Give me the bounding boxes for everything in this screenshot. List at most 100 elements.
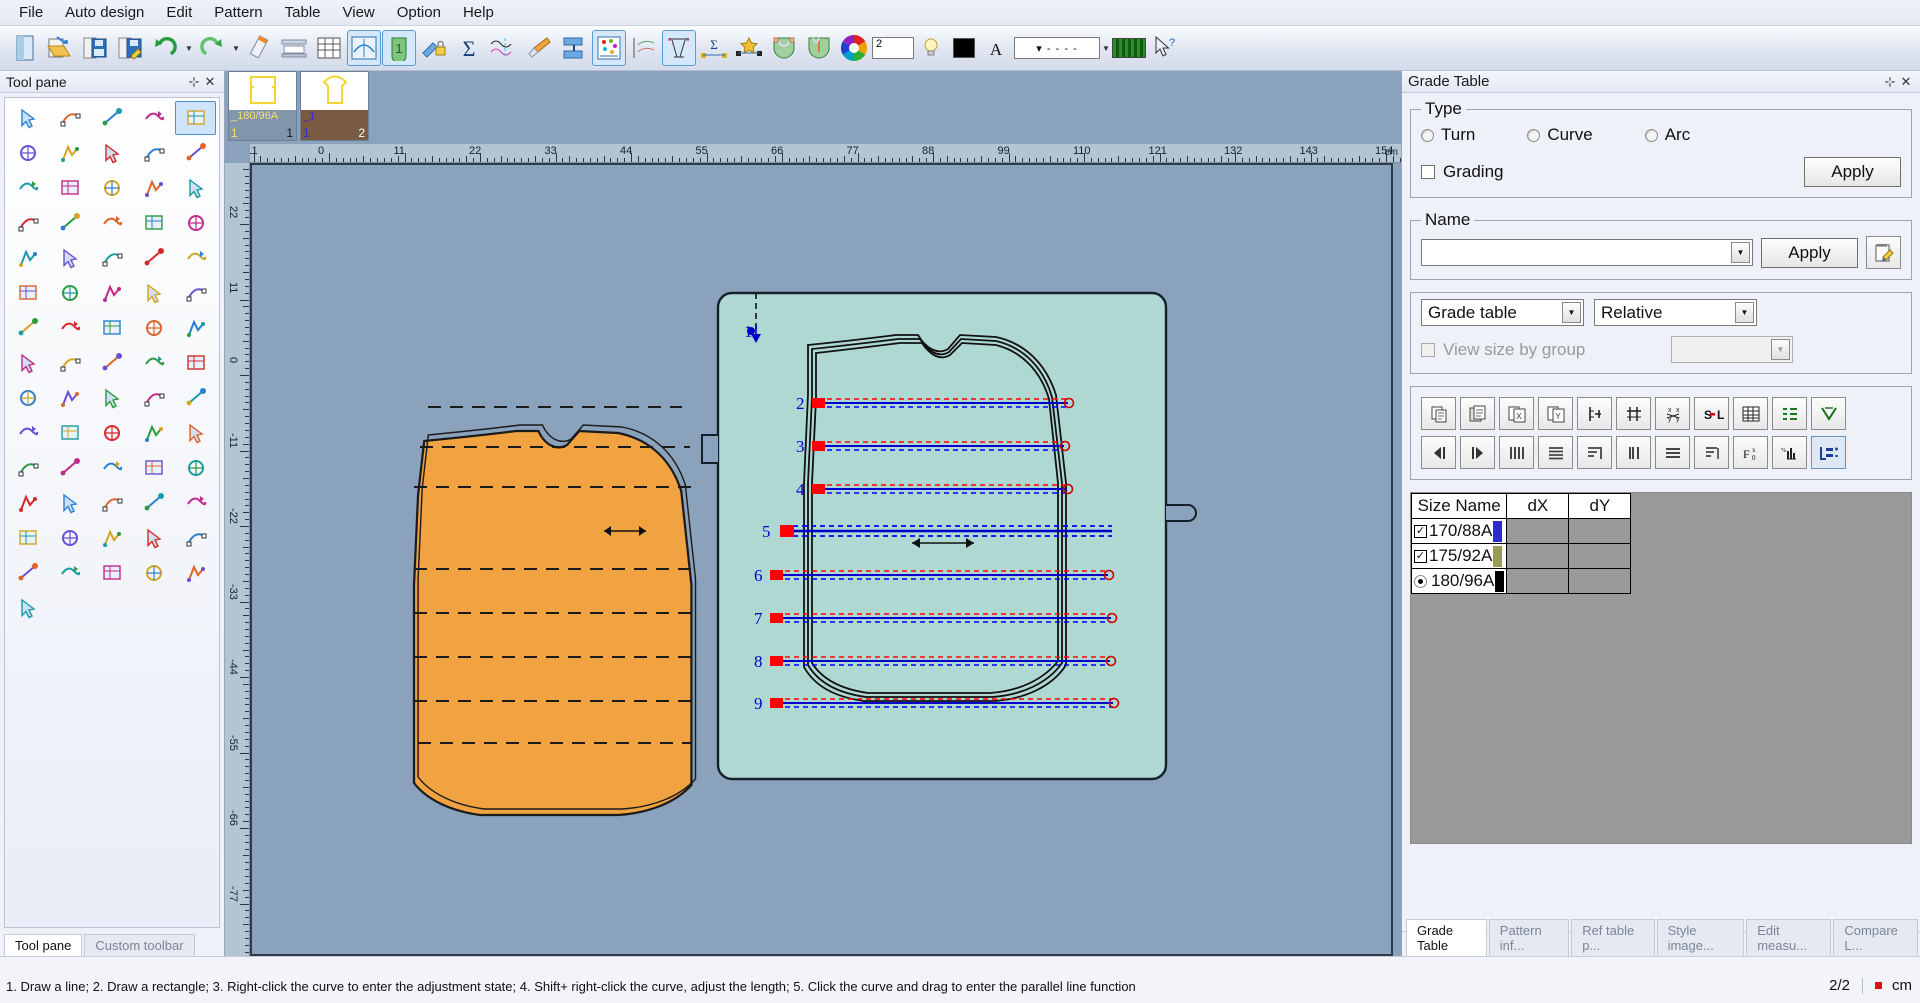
cut-apart-tool[interactable] [50, 206, 91, 240]
shade-tool[interactable] [92, 381, 133, 415]
radio-curve[interactable]: Curve [1527, 125, 1593, 145]
menu-item-file[interactable]: File [8, 1, 54, 25]
grade-apply-icon[interactable] [1811, 436, 1846, 469]
menu-item-help[interactable]: Help [452, 1, 505, 25]
seam-split-icon[interactable] [802, 30, 836, 66]
size-row-1-dy[interactable] [1568, 518, 1632, 544]
edit-note-icon[interactable] [1866, 236, 1901, 269]
size-row-3-dx[interactable] [1506, 568, 1570, 594]
tab-tool-pane[interactable]: Tool pane [4, 934, 83, 956]
tab-compare-l[interactable]: Compare L... [1833, 919, 1919, 956]
grading-checkbox[interactable]: Grading [1421, 162, 1804, 182]
fold-tool[interactable] [175, 241, 216, 275]
grid-square-tool[interactable] [8, 241, 49, 275]
zigzag-tool[interactable] [8, 591, 49, 625]
vector-arrow-tool[interactable] [175, 136, 216, 170]
line-width-input[interactable]: 2 [872, 37, 914, 59]
undo-icon[interactable] [148, 30, 182, 66]
window-tool[interactable] [133, 451, 174, 485]
radio-turn[interactable]: Turn [1421, 125, 1475, 145]
mirror-tool[interactable] [92, 241, 133, 275]
ruler-frame-tool[interactable] [92, 521, 133, 555]
curve-compare-icon[interactable] [487, 30, 521, 66]
notch-star-icon[interactable] [732, 30, 766, 66]
chevron-down-icon[interactable]: ▼ [1771, 339, 1790, 360]
table-row[interactable]: 180/96A [1410, 568, 1632, 594]
pin-icon[interactable]: ⊹ [186, 74, 202, 90]
bow-tie-tool[interactable] [133, 136, 174, 170]
list-align-icon[interactable] [1772, 397, 1807, 430]
rect-tool[interactable] [175, 521, 216, 555]
name-apply-button[interactable]: Apply [1761, 237, 1858, 268]
menu-item-pattern[interactable]: Pattern [203, 1, 273, 25]
pattern-swap-tool[interactable] [50, 381, 91, 415]
arc-tool[interactable] [50, 171, 91, 205]
radio-arc[interactable]: Arc [1644, 125, 1690, 145]
save-icon[interactable] [78, 30, 112, 66]
merge-piece-tool[interactable] [8, 521, 49, 555]
fan-pleat-tool[interactable] [133, 241, 174, 275]
size-row-3-dy[interactable] [1568, 568, 1632, 594]
columns-icon[interactable] [1499, 436, 1534, 469]
double-arc-tool[interactable] [8, 206, 49, 240]
sleeve-tool[interactable] [92, 451, 133, 485]
rotate-piece-tool[interactable] [50, 416, 91, 450]
vertex-tool[interactable] [133, 556, 174, 590]
pleat-fan-tool[interactable] [133, 416, 174, 450]
pointer-help-icon[interactable]: ? [1146, 30, 1180, 66]
grade-rule-icon[interactable] [662, 30, 696, 66]
menu-item-table[interactable]: Table [274, 1, 332, 25]
size-row-1-checkbox[interactable]: ✓ [1414, 524, 1427, 538]
formula-x0-icon[interactable]: Fx0 [1733, 436, 1768, 469]
check-v-icon[interactable] [1811, 397, 1846, 430]
garment-piece-icon[interactable]: 1 [382, 30, 416, 66]
size-row-2-dx[interactable] [1506, 543, 1570, 569]
eraser-tool[interactable] [8, 136, 49, 170]
scissors-cut-tool[interactable] [133, 171, 174, 205]
select-arrow-tool[interactable] [8, 101, 49, 135]
dot-line-tool[interactable] [50, 556, 91, 590]
angle-tool[interactable] [92, 556, 133, 590]
align-right-icon[interactable] [1577, 436, 1612, 469]
redo-dropdown-caret[interactable]: ▼ [230, 30, 242, 66]
arc-group-tool[interactable] [133, 521, 174, 555]
wave-tool[interactable] [175, 416, 216, 450]
copy-rule-icon[interactable]: X [1499, 397, 1534, 430]
piece-thumb-2[interactable]: _1 1 2 [300, 71, 369, 141]
close-icon[interactable]: ✕ [202, 74, 218, 90]
tab-edit-measure[interactable]: Edit measu... [1746, 919, 1832, 956]
tab-custom-toolbar[interactable]: Custom toolbar [84, 934, 195, 956]
line-style-caret[interactable]: ▼ [1100, 30, 1112, 66]
seam-allowance-icon[interactable] [767, 30, 801, 66]
chevron-down-icon[interactable]: ▼ [1731, 242, 1750, 263]
pie-slice-tool[interactable] [50, 451, 91, 485]
percent-chart-icon[interactable]: % [1772, 436, 1807, 469]
tab-ref-table[interactable]: Ref table p... [1571, 919, 1655, 956]
work-area[interactable]: 1 2 3 4 5 6 7 8 9 [250, 163, 1393, 956]
even-rows-icon[interactable] [1655, 436, 1690, 469]
size-name-cell-2[interactable]: ✓ 175/92A [1410, 543, 1508, 569]
curve-set-icon[interactable] [627, 30, 661, 66]
curve-point-tool[interactable] [92, 171, 133, 205]
design-sheet[interactable]: 1 2 3 4 5 6 7 8 9 [250, 163, 1401, 956]
tool-pane-scroll[interactable] [4, 97, 220, 928]
align-corner-icon[interactable] [1694, 436, 1729, 469]
pen-draw-line-tool[interactable] [175, 101, 216, 135]
type-apply-button[interactable]: Apply [1804, 157, 1901, 187]
view-size-by-group-checkbox[interactable]: View size by group [1421, 340, 1671, 360]
corner-curve-tool[interactable] [8, 171, 49, 205]
insert-point-icon[interactable] [1577, 397, 1612, 430]
column-measure-tool[interactable] [92, 276, 133, 310]
rect-select-tool[interactable] [8, 381, 49, 415]
bulb-icon[interactable] [914, 30, 948, 66]
skew-tool[interactable] [50, 241, 91, 275]
two-columns-icon[interactable] [1616, 436, 1651, 469]
unlink-chain-tool[interactable] [133, 311, 174, 345]
ruler-marks-tool[interactable] [50, 311, 91, 345]
grid-fill-tool[interactable] [92, 346, 133, 380]
table-row[interactable]: ✓ 170/88A [1410, 518, 1632, 544]
bar-chart-tool[interactable] [133, 486, 174, 520]
ease-tool[interactable] [50, 276, 91, 310]
image-tool[interactable] [8, 416, 49, 450]
paste-icon[interactable] [1460, 397, 1495, 430]
